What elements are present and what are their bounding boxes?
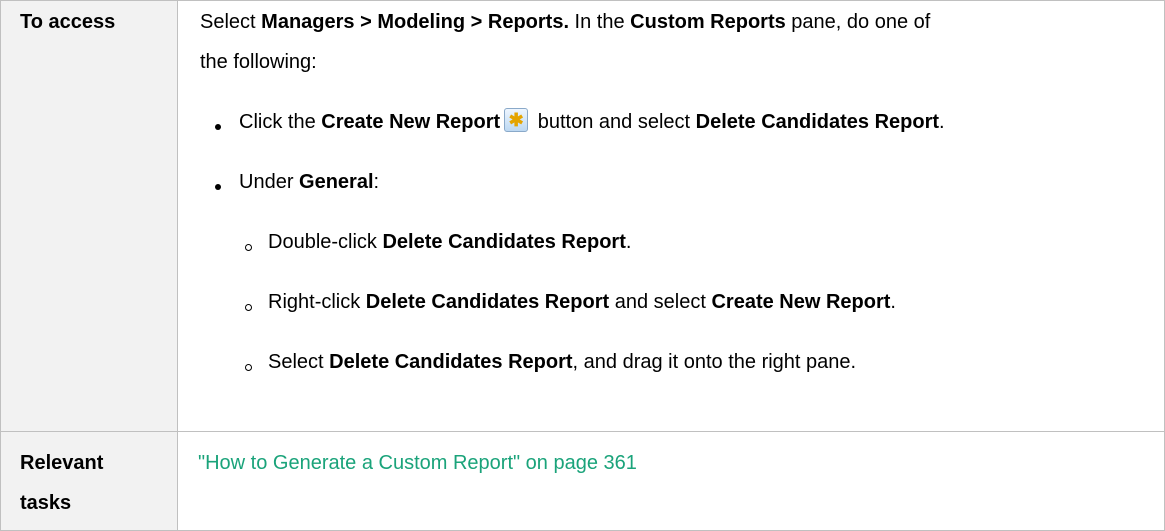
info-table: To access Select Managers > Modeling > R… xyxy=(0,0,1165,531)
table-border xyxy=(0,0,1165,531)
